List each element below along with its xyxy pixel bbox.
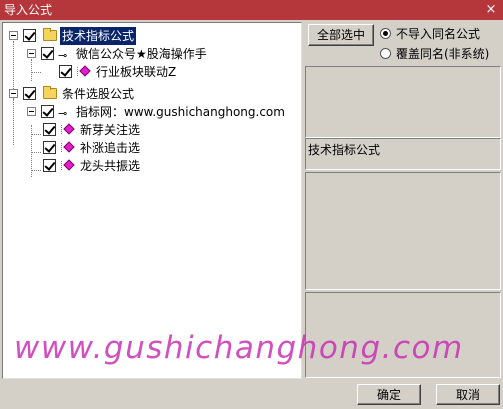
tree-node-label: 新芽关注选 [80, 123, 141, 137]
tree-line [31, 134, 41, 135]
tree-node-formula[interactable]: 龙头共振选 [43, 157, 293, 175]
tree-node-label: 指标网：www.gushichanghong.com [76, 105, 285, 119]
checkbox-checked[interactable] [43, 123, 56, 136]
checkbox-checked[interactable] [23, 87, 36, 100]
tree-line [13, 99, 14, 145]
checkbox-checked[interactable] [41, 47, 54, 60]
tree-node-group-select[interactable]: 条件选股公式 [7, 85, 297, 103]
radio-skip-duplicates[interactable] [380, 28, 391, 39]
tree-node-group-tech[interactable]: 技术指标公式 [7, 27, 297, 45]
dialog-client: 技术指标公式 ⊸ 微信公众号★股海操作手 行业板块联动Z 条件选股公式 ⊸ 指标… [0, 20, 503, 409]
radio-overwrite-label: 覆盖同名(非系统) [396, 47, 490, 61]
tree-node-label: 微信公众号★股海操作手 [76, 47, 207, 61]
checkbox-checked[interactable] [41, 105, 54, 118]
info-panel-top [305, 66, 501, 138]
collapse-icon[interactable] [9, 89, 18, 98]
checkbox-checked[interactable] [43, 141, 56, 154]
folder-icon [43, 28, 57, 41]
window-title: 导入公式 [4, 3, 53, 17]
radio-overwrite-duplicates[interactable] [380, 48, 391, 59]
checkbox-checked[interactable] [43, 159, 56, 172]
tree-node-label: 条件选股公式 [62, 87, 135, 101]
detail-panel [305, 292, 501, 378]
tree-node-formula[interactable]: 行业板块联动Z [43, 63, 293, 81]
tree-node-formula[interactable]: 补涨追击选 [43, 139, 293, 157]
checkbox-checked[interactable] [23, 29, 36, 42]
close-icon[interactable]: × [482, 1, 500, 19]
tree-node-label: 行业板块联动Z [96, 65, 177, 79]
tree-node-label: 技术指标公式 [60, 27, 137, 45]
tree-node-label: 龙头共振选 [80, 159, 141, 173]
collapse-icon[interactable] [27, 107, 36, 116]
collapse-icon[interactable] [9, 31, 18, 40]
tree-line [31, 152, 41, 153]
ok-button[interactable]: 确定 [357, 384, 421, 405]
formula-type-panel: 技术指标公式 [305, 138, 501, 170]
tree-node-label: 补涨追击选 [80, 141, 141, 155]
tree-node-sub-wechat[interactable]: ⊸ 微信公众号★股海操作手 [25, 45, 295, 63]
checkbox-checked[interactable] [59, 65, 72, 78]
tree-line [31, 72, 41, 73]
cancel-button[interactable]: 取消 [436, 384, 500, 405]
radio-skip-label: 不导入同名公式 [396, 27, 481, 41]
tree-node-formula[interactable]: 新芽关注选 [43, 121, 293, 139]
formula-tree[interactable]: 技术指标公式 ⊸ 微信公众号★股海操作手 行业板块联动Z 条件选股公式 ⊸ 指标… [2, 22, 302, 379]
tree-node-sub-site[interactable]: ⊸ 指标网：www.gushichanghong.com [25, 103, 299, 121]
tree-line [31, 170, 41, 171]
select-all-button[interactable]: 全部选中 [308, 24, 374, 46]
formula-type-title: 技术指标公式 [308, 143, 381, 157]
title-bar: 导入公式 × [0, 0, 503, 20]
description-panel [305, 172, 501, 290]
folder-icon [43, 86, 57, 99]
collapse-icon[interactable] [27, 49, 36, 58]
